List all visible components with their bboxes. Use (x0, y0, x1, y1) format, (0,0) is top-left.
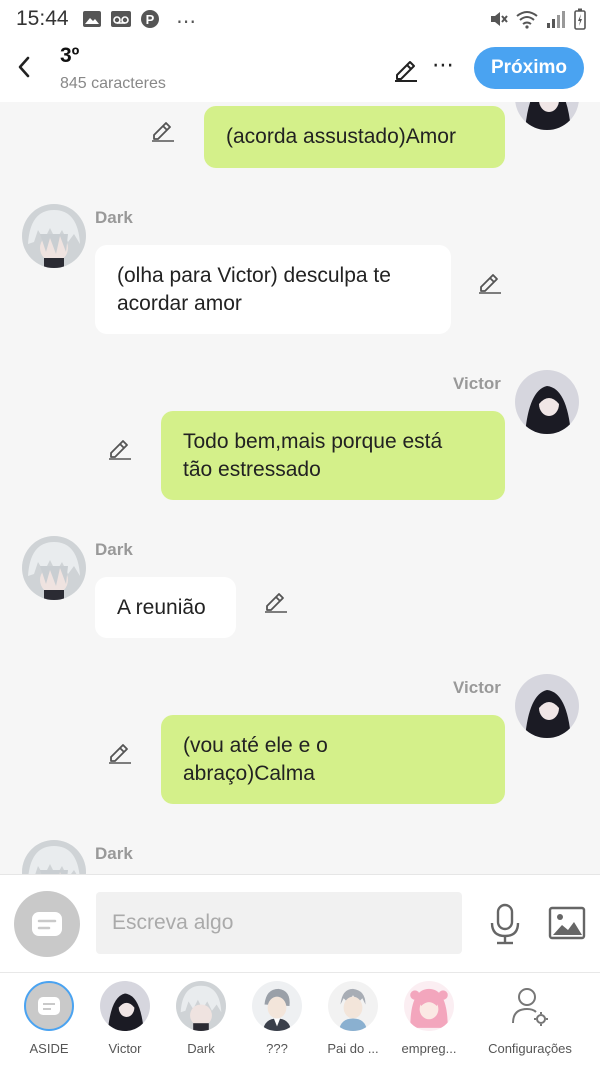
character-label: Dark (187, 1041, 215, 1056)
avatar (176, 981, 226, 1031)
gallery-icon (82, 10, 102, 33)
message-text-line: abraço)Calma (183, 761, 315, 785)
system-icons (488, 8, 586, 35)
character-label: ASIDE (29, 1041, 69, 1056)
image-icon (548, 906, 586, 940)
message-bubble[interactable]: A reunião (95, 577, 236, 638)
character-bar: ASIDE Victor Dark ??? Pai do ... empreg.… (0, 972, 600, 1067)
character-tab-victor[interactable]: Victor (87, 981, 163, 1056)
voice-input-button[interactable] (488, 903, 522, 945)
chevron-left-icon (18, 56, 30, 78)
message-text: A reunião (117, 595, 206, 619)
svg-text:P: P (146, 12, 155, 27)
chat-area[interactable]: (acorda assustado)Amor Dark (olha para V… (0, 102, 600, 874)
sender-name: Dark (95, 208, 133, 227)
next-button[interactable]: Próximo (474, 47, 584, 89)
battery-icon (574, 8, 586, 35)
signal-icon (546, 9, 566, 34)
chapter-title: 3º (60, 44, 80, 67)
edit-message-button[interactable] (107, 738, 133, 764)
avatar-dark (22, 536, 86, 600)
voicemail-icon (110, 10, 132, 33)
character-label: Pai do ... (327, 1041, 379, 1056)
avatar (100, 981, 150, 1031)
avatar-dark (22, 840, 86, 874)
pencil-icon (109, 440, 131, 460)
message-text-line: tão estressado (183, 457, 321, 481)
editor-header: 3º 845 caracteres ⋯ Próximo (0, 36, 600, 102)
avatar (328, 981, 378, 1031)
wifi-icon (516, 9, 538, 34)
character-label: Configurações (488, 1041, 572, 1056)
edit-message-button[interactable] (107, 434, 133, 460)
character-tab-empregada[interactable]: empreg... (391, 981, 467, 1056)
status-time: 15:44 (16, 7, 69, 30)
settings-icon-wrap (505, 981, 555, 1031)
sender-name: Dark (95, 844, 133, 863)
avatar-dark (22, 204, 86, 268)
composer-bar (0, 874, 600, 972)
character-tab-pai[interactable]: Pai do ... (315, 981, 391, 1056)
chat-bubble-icon (38, 997, 60, 1015)
message-type-button[interactable] (14, 891, 80, 957)
message-text-line: (olha para Victor) desculpa te (117, 263, 391, 287)
character-tab-aside[interactable]: ASIDE (11, 981, 87, 1056)
avatar-victor (515, 102, 579, 130)
message-bubble[interactable]: (vou até ele e o abraço)Calma (161, 715, 505, 804)
message-input[interactable] (96, 892, 462, 954)
sender-name: Victor (453, 678, 501, 697)
message-text: (acorda assustado)Amor (226, 125, 456, 148)
edit-message-button[interactable] (477, 268, 503, 294)
character-tab-dark[interactable]: Dark (163, 981, 239, 1056)
avatar-victor (515, 674, 579, 738)
character-label: ??? (266, 1041, 288, 1056)
avatar (404, 981, 454, 1031)
character-label: empreg... (401, 1041, 457, 1056)
pencil-icon (152, 122, 174, 142)
pinterest-icon: P (140, 9, 160, 34)
notification-icons: P ⋯ (82, 9, 196, 34)
back-button[interactable] (10, 50, 40, 84)
edit-message-button[interactable] (263, 587, 289, 613)
message-bubble[interactable]: Todo bem,mais porque está tão estressado (161, 411, 505, 500)
character-count: 845 caracteres (60, 75, 166, 92)
pencil-icon (109, 744, 131, 764)
more-notifications-icon: ⋯ (176, 11, 196, 33)
user-gear-icon (512, 988, 548, 1026)
settings-tab[interactable]: Configurações (482, 981, 578, 1056)
status-bar: 15:44 P ⋯ (0, 0, 600, 36)
pencil-icon (265, 593, 287, 613)
pencil-icon (479, 274, 501, 294)
message-text-line: Todo bem,mais porque está (183, 429, 443, 453)
aside-avatar (24, 981, 74, 1031)
message-bubble[interactable]: (olha para Victor) desculpa te acordar a… (95, 245, 451, 334)
character-tab-unknown[interactable]: ??? (239, 981, 315, 1056)
avatar-victor (515, 370, 579, 434)
microphone-icon (490, 903, 520, 945)
message-bubble[interactable]: (acorda assustado)Amor (204, 106, 505, 168)
insert-image-button[interactable] (548, 906, 586, 940)
mute-icon (488, 9, 508, 34)
character-label: Victor (108, 1041, 142, 1056)
avatar (252, 981, 302, 1031)
pencil-icon (395, 61, 417, 82)
sender-name: Victor (453, 374, 501, 393)
edit-message-button[interactable] (150, 116, 176, 142)
sender-name: Dark (95, 540, 133, 559)
message-text-line: acordar amor (117, 291, 242, 315)
more-options-button[interactable]: ⋯ (432, 52, 455, 78)
edit-title-button[interactable] (392, 54, 420, 82)
chat-bubble-icon (32, 912, 62, 936)
message-text-line: (vou até ele e o (183, 733, 328, 757)
